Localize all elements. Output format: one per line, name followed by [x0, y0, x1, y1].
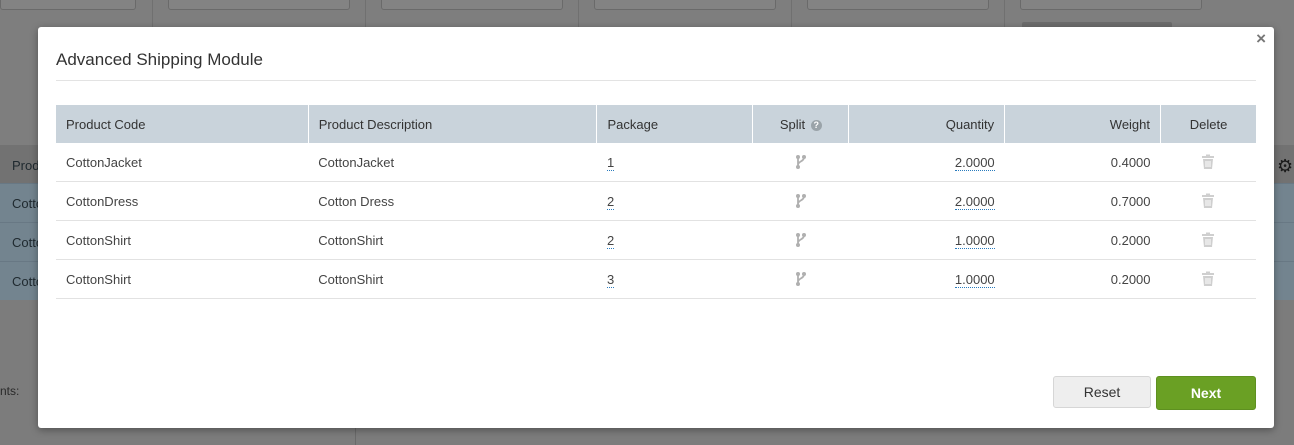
quantity-cell: 1.0000 — [848, 220, 1005, 260]
weight-cell: 0.2000 — [1004, 220, 1161, 260]
background-footer-label: nts: — [0, 384, 20, 398]
column-header-package[interactable]: Package — [596, 105, 754, 143]
table-row: CottonJacket CottonJacket 1 2.0000 0.400… — [56, 143, 1256, 182]
product-code-cell: CottonDress — [56, 181, 309, 221]
background-filter-field — [0, 0, 136, 10]
table-row: CottonShirt CottonShirt 3 1.0000 0.2000 — [56, 259, 1256, 299]
quantity-link[interactable]: 1.0000 — [954, 232, 995, 249]
weight-cell: 0.4000 — [1004, 143, 1161, 182]
split-icon[interactable] — [752, 259, 849, 299]
quantity-cell: 2.0000 — [848, 181, 1005, 221]
split-icon[interactable] — [752, 143, 849, 182]
background-filter-field — [807, 0, 989, 10]
product-code-cell: CottonJacket — [56, 143, 309, 182]
background-header-text: Prod — [12, 158, 40, 173]
product-code-cell: CottonShirt — [56, 220, 309, 260]
quantity-link[interactable]: 2.0000 — [954, 193, 995, 210]
background-divider — [791, 0, 792, 27]
package-link[interactable]: 1 — [606, 154, 615, 171]
quantity-link[interactable]: 1.0000 — [954, 271, 995, 288]
column-header-product-code[interactable]: Product Code — [56, 105, 309, 143]
product-description-cell: Cotton Dress — [308, 181, 597, 221]
background-divider — [152, 0, 153, 27]
package-cell: 2 — [596, 181, 753, 221]
product-description-cell: CottonShirt — [308, 220, 597, 260]
background-filter-field — [594, 0, 776, 10]
background-filter-field — [381, 0, 563, 10]
table-header-row: Product Code Product Description Package… — [56, 105, 1256, 143]
advanced-shipping-modal: × Advanced Shipping Module Product Code … — [38, 27, 1274, 428]
trash-icon[interactable] — [1160, 220, 1256, 260]
column-header-product-description[interactable]: Product Description — [308, 105, 598, 143]
question-circle-icon[interactable]: ? — [810, 119, 822, 131]
package-link[interactable]: 2 — [606, 232, 615, 249]
background-filter-field — [168, 0, 350, 10]
reset-button[interactable]: Reset — [1053, 376, 1151, 408]
split-header-label: Split — [779, 116, 806, 132]
package-link[interactable]: 2 — [606, 193, 615, 210]
split-icon[interactable] — [752, 181, 849, 221]
package-link[interactable]: 3 — [606, 271, 615, 288]
quantity-cell: 2.0000 — [848, 143, 1005, 182]
split-icon[interactable] — [752, 220, 849, 260]
weight-cell: 0.7000 — [1004, 181, 1161, 221]
package-cell: 3 — [596, 259, 753, 299]
column-header-split: Split ? — [752, 105, 850, 143]
background-filter-field — [1020, 0, 1202, 10]
close-icon[interactable]: × — [1256, 30, 1266, 48]
next-button[interactable]: Next — [1156, 376, 1256, 410]
gear-icon: ⚙ — [1277, 156, 1294, 176]
trash-icon[interactable] — [1160, 259, 1256, 299]
column-header-delete: Delete — [1160, 105, 1256, 143]
quantity-cell: 1.0000 — [848, 259, 1005, 299]
shipping-items-table: Product Code Product Description Package… — [56, 105, 1256, 299]
product-description-cell: CottonJacket — [308, 143, 597, 182]
trash-icon[interactable] — [1160, 181, 1256, 221]
modal-title: Advanced Shipping Module — [56, 50, 263, 69]
background-divider — [1004, 0, 1005, 27]
package-cell: 1 — [596, 143, 753, 182]
title-divider — [56, 80, 1256, 81]
table-row: CottonShirt CottonShirt 2 1.0000 0.2000 — [56, 220, 1256, 260]
product-description-cell: CottonShirt — [308, 259, 597, 299]
product-code-cell: CottonShirt — [56, 259, 309, 299]
package-cell: 2 — [596, 220, 753, 260]
table-row: CottonDress Cotton Dress 2 2.0000 0.7000 — [56, 181, 1256, 221]
column-header-quantity[interactable]: Quantity — [848, 105, 1006, 143]
weight-cell: 0.2000 — [1004, 259, 1161, 299]
background-divider — [578, 0, 579, 27]
quantity-link[interactable]: 2.0000 — [954, 154, 995, 171]
column-header-weight[interactable]: Weight — [1004, 105, 1162, 143]
trash-icon[interactable] — [1160, 143, 1256, 182]
background-divider — [365, 0, 366, 27]
